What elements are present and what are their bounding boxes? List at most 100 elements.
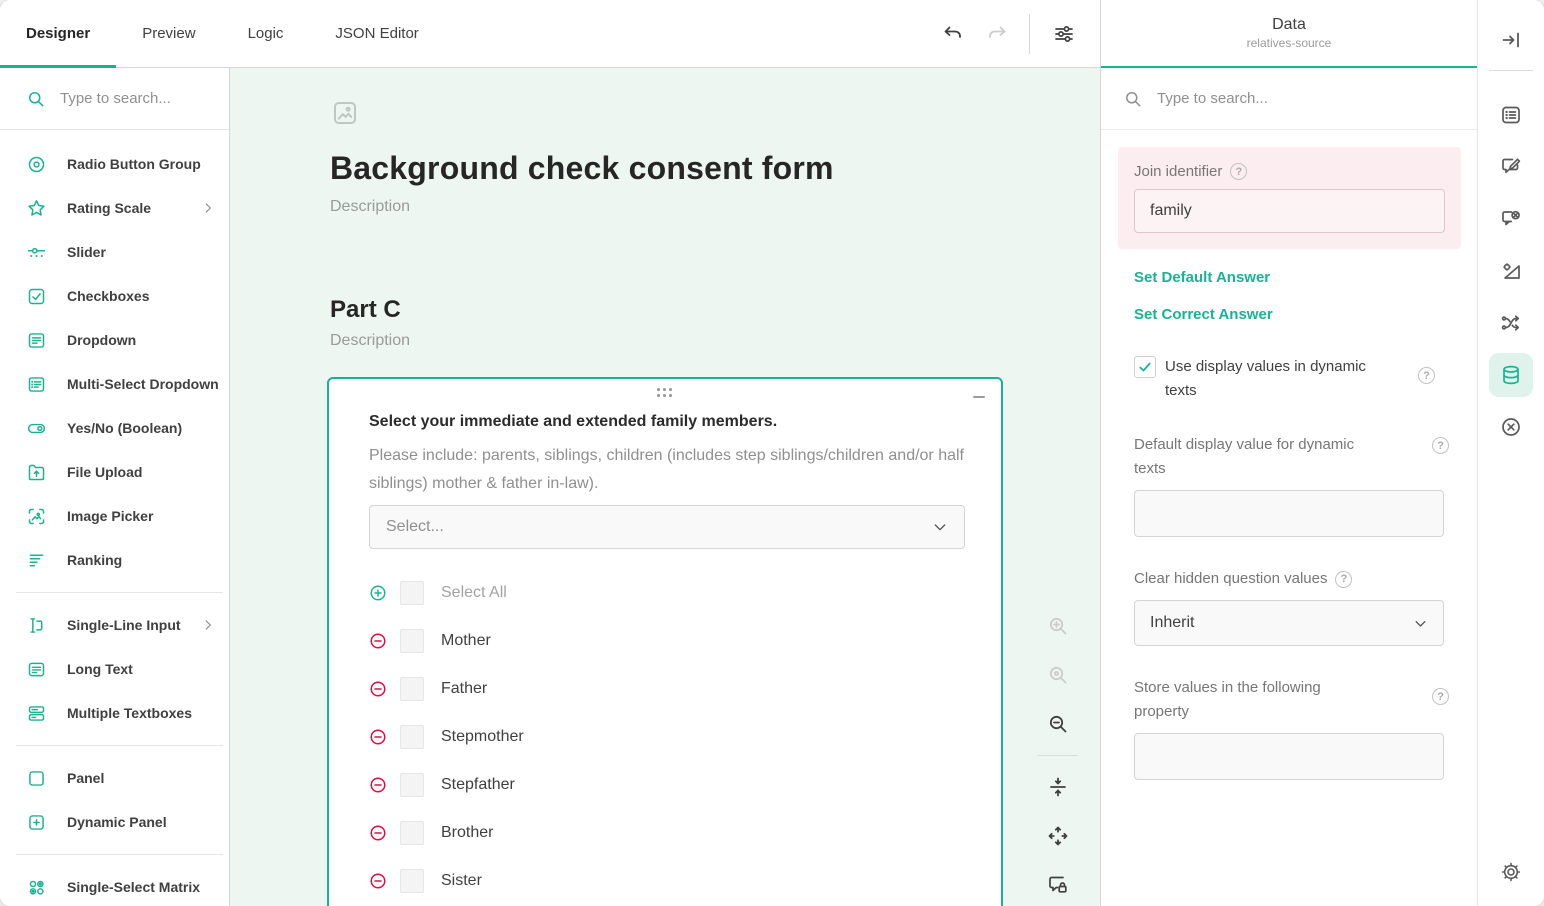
lock-questions-icon[interactable] (1038, 865, 1078, 905)
question-title[interactable]: Select your immediate and extended famil… (369, 413, 965, 431)
help-icon[interactable]: ? (1335, 571, 1352, 588)
toolbox-item-tagbox[interactable]: Multi-Select Dropdown (0, 362, 229, 406)
collapse-question-icon[interactable] (971, 389, 987, 405)
toolbox-search (0, 68, 229, 130)
remove-choice-icon[interactable] (369, 680, 387, 698)
star-icon (26, 198, 47, 219)
choice-label[interactable]: Stepmother (441, 728, 524, 746)
toolbox-item-checkboxes[interactable]: Checkboxes (0, 274, 229, 318)
redo-icon[interactable] (975, 12, 1019, 56)
choice-checkbox[interactable] (400, 773, 424, 797)
toolbox-item-label: Single-Line Input (67, 617, 181, 633)
question-description[interactable]: Please include: parents, siblings, child… (369, 442, 965, 498)
page-description-placeholder[interactable]: Description (330, 332, 410, 350)
category-choices-restrict-icon[interactable] (1489, 197, 1533, 241)
choice-row-select-all: Select All (369, 569, 961, 617)
toolbox-item-radiogroup[interactable]: Radio Button Group (0, 142, 229, 186)
toolbox-item-multipletext[interactable]: Multiple Textboxes (0, 691, 229, 735)
property-panel-header: Data relatives-source (1101, 0, 1477, 68)
choice-label[interactable]: Father (441, 680, 487, 698)
category-logic-icon[interactable] (1489, 301, 1533, 345)
toolbox-item-label: Slider (67, 244, 215, 260)
settings-sliders-icon[interactable] (1042, 12, 1086, 56)
set-correct-answer-link[interactable]: Set Correct Answer (1134, 306, 1477, 323)
remove-choice-icon[interactable] (369, 872, 387, 890)
choice-checkbox[interactable] (400, 725, 424, 749)
choice-checkbox[interactable] (400, 869, 424, 893)
choice-row: Father (369, 665, 961, 713)
help-icon[interactable]: ? (1418, 367, 1435, 384)
store-values-input[interactable] (1134, 733, 1444, 780)
choice-checkbox[interactable] (400, 821, 424, 845)
toolbox-search-input[interactable] (60, 90, 213, 107)
help-icon[interactable]: ? (1230, 163, 1247, 180)
choice-checkbox[interactable] (400, 581, 424, 605)
clear-hidden-values-select[interactable]: Inherit (1134, 600, 1444, 646)
choices-dropdown[interactable]: Select... (369, 505, 965, 549)
join-identifier-input[interactable] (1134, 189, 1445, 233)
toolbox-item-panel[interactable]: Panel (0, 756, 229, 800)
help-icon[interactable]: ? (1432, 437, 1449, 454)
logo-placeholder-icon[interactable] (330, 98, 360, 133)
toolbox-item-slider[interactable]: Slider (0, 230, 229, 274)
choice-label[interactable]: Stepfather (441, 776, 515, 794)
choice-label[interactable]: Mother (441, 632, 491, 650)
set-default-answer-link[interactable]: Set Default Answer (1134, 269, 1477, 286)
toolbox-item-text[interactable]: Single-Line Input (0, 603, 229, 647)
zoom-in-icon[interactable] (1038, 606, 1078, 646)
tab-logic[interactable]: Logic (222, 0, 310, 67)
add-choice-icon[interactable] (369, 584, 387, 602)
toolbox-item-matrix[interactable]: Single-Select Matrix (0, 865, 229, 906)
choice-checkbox[interactable] (400, 629, 424, 653)
toolbox-item-file[interactable]: File Upload (0, 450, 229, 494)
drag-handle-icon[interactable] (657, 388, 673, 398)
toolbox-item-imagepicker[interactable]: Image Picker (0, 494, 229, 538)
zoom-out-icon[interactable] (1038, 704, 1078, 744)
category-validation-icon[interactable] (1489, 405, 1533, 449)
slider-icon (26, 242, 47, 263)
chevron-right-icon[interactable] (201, 201, 215, 215)
toolbox-item-paneldynamic[interactable]: Dynamic Panel (0, 800, 229, 844)
toolbox-item-dropdown[interactable]: Dropdown (0, 318, 229, 362)
expand-drag-icon[interactable] (1038, 816, 1078, 856)
choice-label[interactable]: Brother (441, 824, 493, 842)
category-layout-icon[interactable] (1489, 249, 1533, 293)
remove-choice-icon[interactable] (369, 824, 387, 842)
toolbox-item-label: Multiple Textboxes (67, 705, 215, 721)
category-choices-edit-icon[interactable] (1489, 145, 1533, 189)
zoom-reset-icon[interactable] (1038, 655, 1078, 695)
field-caption: Default display value for dynamic texts (1134, 433, 1389, 481)
toolbox-item-ranking[interactable]: Ranking (0, 538, 229, 582)
undo-icon[interactable] (931, 12, 975, 56)
tab-designer[interactable]: Designer (0, 0, 116, 67)
form-title[interactable]: Background check consent form (330, 150, 834, 187)
category-data-icon[interactable] (1489, 353, 1533, 397)
choice-label[interactable]: Select All (441, 584, 507, 602)
question-card-selected[interactable]: Select your immediate and extended famil… (327, 377, 1003, 906)
page-title[interactable]: Part C (330, 296, 401, 324)
toolbox-item-boolean[interactable]: Yes/No (Boolean) (0, 406, 229, 450)
toolbox-item-rating[interactable]: Rating Scale (0, 186, 229, 230)
chevron-down-icon (1413, 616, 1428, 631)
collapse-all-icon[interactable] (1038, 767, 1078, 807)
remove-choice-icon[interactable] (369, 632, 387, 650)
tab-preview[interactable]: Preview (116, 0, 221, 67)
use-display-values-checkbox[interactable] (1134, 356, 1156, 378)
choice-label[interactable]: Sister (441, 872, 482, 890)
checkbox-label[interactable]: Use display values in dynamic texts (1165, 355, 1400, 403)
panel-collapse-icon[interactable] (1489, 18, 1533, 62)
chevron-right-icon[interactable] (201, 618, 215, 632)
category-general-icon[interactable] (1489, 93, 1533, 137)
remove-choice-icon[interactable] (369, 776, 387, 794)
default-display-value-input[interactable] (1134, 490, 1444, 537)
choice-checkbox[interactable] (400, 677, 424, 701)
remove-choice-icon[interactable] (369, 728, 387, 746)
form-description-placeholder[interactable]: Description (330, 198, 410, 216)
property-search-input[interactable] (1157, 90, 1461, 107)
tab-json-editor[interactable]: JSON Editor (309, 0, 444, 67)
join-identifier-label: Join identifier ? (1134, 163, 1445, 180)
gear-icon[interactable] (1489, 850, 1533, 894)
selected-option: Inherit (1150, 614, 1413, 632)
help-icon[interactable]: ? (1432, 688, 1449, 705)
toolbox-item-comment[interactable]: Long Text (0, 647, 229, 691)
